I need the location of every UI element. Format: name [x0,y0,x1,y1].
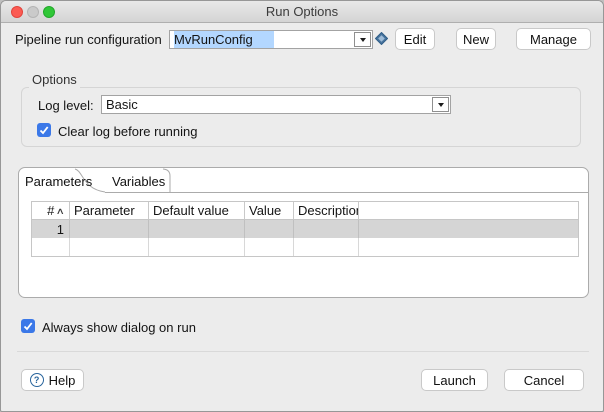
help-button[interactable]: ? Help [21,369,84,391]
run-configuration-dropdown-button[interactable] [354,32,371,47]
column-header-number[interactable]: # ∧ [32,202,70,219]
options-group-legend: Options [29,72,80,88]
always-show-dialog-checkbox[interactable] [21,319,35,333]
run-configuration-value: MvRunConfig [174,31,274,48]
cell-default-value[interactable] [149,220,245,238]
checkmark-icon [38,124,50,136]
log-level-label: Log level: [38,98,94,113]
variable-diamond-icon [375,32,388,45]
parameters-tab-folder: Parameters Variables # ∧ Parameter Defau… [18,167,589,298]
cancel-button[interactable]: Cancel [504,369,584,391]
chevron-down-icon [438,103,444,107]
run-options-dialog: Run Options Pipeline run configuration M… [0,0,604,412]
tab-strip [19,168,590,194]
tab-parameters[interactable]: Parameters [25,174,92,189]
log-level-value: Basic [106,97,138,112]
table-header-row: # ∧ Parameter Default value Value Descri… [32,202,578,220]
pipeline-run-configuration-label: Pipeline run configuration [15,32,162,47]
window-title: Run Options [1,4,603,19]
help-question-icon: ? [30,373,44,387]
column-header-description[interactable]: Description [294,202,359,219]
parameters-table: # ∧ Parameter Default value Value Descri… [31,201,579,257]
manage-button[interactable]: Manage [516,28,591,50]
titlebar[interactable]: Run Options [1,1,603,23]
log-level-combobox[interactable]: Basic [101,95,451,114]
column-header-filler [359,202,578,219]
column-header-default-value[interactable]: Default value [149,202,245,219]
cell-parameter[interactable] [70,220,149,238]
edit-button[interactable]: Edit [395,28,435,50]
table-row-empty[interactable] [32,238,578,256]
cell-value[interactable] [245,220,294,238]
checkmark-icon [22,320,34,332]
chevron-down-icon [360,38,366,42]
column-header-parameter[interactable]: Parameter [70,202,149,219]
footer-separator [17,351,589,352]
table-row-selected[interactable]: 1 [32,220,578,238]
sort-ascending-icon: ∧ [56,203,65,219]
clear-log-label: Clear log before running [58,124,197,139]
launch-button[interactable]: Launch [421,369,488,391]
cell-row-number[interactable]: 1 [32,220,70,238]
help-button-label: Help [49,373,76,388]
always-show-dialog-label: Always show dialog on run [42,320,196,335]
column-header-value[interactable]: Value [245,202,294,219]
new-button[interactable]: New [456,28,496,50]
tab-variables[interactable]: Variables [112,174,165,189]
log-level-dropdown-button[interactable] [432,97,449,112]
clear-log-checkbox[interactable] [37,123,51,137]
run-configuration-combobox[interactable]: MvRunConfig [169,30,373,49]
cell-description[interactable] [294,220,359,238]
